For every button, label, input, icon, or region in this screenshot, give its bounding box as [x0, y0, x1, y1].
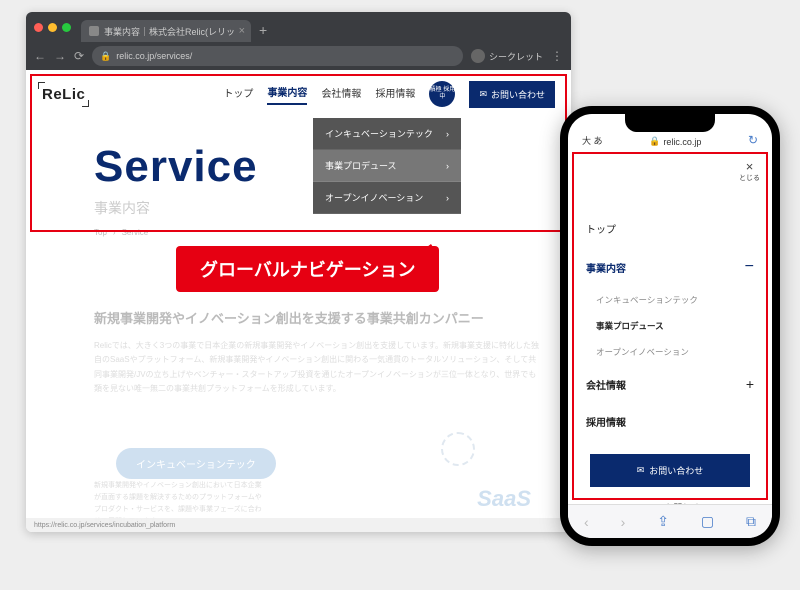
nav-services[interactable]: 事業内容	[267, 84, 307, 105]
chevron-right-icon: ›	[446, 161, 449, 171]
mobile-close-button[interactable]: × とじる	[739, 160, 760, 183]
chevron-right-icon: ›	[446, 129, 449, 139]
text-size-control[interactable]: 大 あ	[582, 134, 603, 147]
forward-icon[interactable]: ›	[621, 514, 626, 530]
contact-button[interactable]: ✉ お問い合わせ	[469, 81, 555, 108]
illustration	[421, 422, 541, 482]
url-field[interactable]: 🔒 relic.co.jp/services/	[92, 46, 463, 66]
contact-label: お問い合わせ	[491, 88, 545, 101]
browser-tab-bar: 事業内容｜株式会社Relic(レリッ × +	[26, 12, 571, 42]
dropdown-item-incubation[interactable]: インキュベーションテック›	[313, 118, 461, 150]
lock-icon: 🔒	[649, 136, 660, 147]
forward-icon[interactable]: →	[54, 49, 66, 63]
chevron-right-icon: ›	[113, 228, 116, 237]
incognito-indicator[interactable]: シークレット	[471, 49, 543, 63]
nav-top[interactable]: トップ	[223, 85, 253, 104]
annotation-callout: グローバルナビゲーション	[176, 246, 439, 292]
lock-icon: 🔒	[100, 51, 111, 62]
mobile-menu: トップ 事業内容− インキュベーションテック 事業プロデュース オープンイノベー…	[568, 150, 772, 514]
hero-title: Service	[94, 142, 258, 192]
dropdown-item-produce[interactable]: 事業プロデュース›	[313, 150, 461, 182]
intro-body: Relicでは、大きく3つの事業で日本企業の新規事業開発やイノベーション創出を支…	[94, 339, 541, 397]
mail-icon: ✉	[637, 465, 645, 476]
close-icon: ×	[739, 160, 760, 173]
breadcrumb: Top › Service	[94, 228, 148, 237]
incognito-label: シークレット	[489, 50, 543, 63]
safari-bottom-bar: ‹ › ⇪ ▢ ⧉	[568, 504, 772, 538]
page-content: ReLic トップ 事業内容 会社情報 採用情報 積極 採用中 ✉ お問い合わせ…	[26, 70, 571, 532]
mobile-nav-top[interactable]: トップ	[586, 210, 754, 247]
tabs-icon[interactable]: ⧉	[746, 513, 756, 530]
browser-tab[interactable]: 事業内容｜株式会社Relic(レリッ ×	[81, 20, 251, 42]
new-tab-button[interactable]: +	[259, 22, 267, 38]
mobile-contact-label: お問い合わせ	[649, 464, 703, 477]
site-header: ReLic トップ 事業内容 会社情報 採用情報 積極 採用中 ✉ お問い合わせ	[26, 70, 571, 118]
chevron-right-icon: ›	[446, 193, 449, 203]
nav-company[interactable]: 会社情報	[321, 85, 361, 104]
mobile-nav-services[interactable]: 事業内容−	[586, 247, 754, 287]
dropdown-item-openinnovation[interactable]: オープンイノベーション›	[313, 182, 461, 214]
mobile-screen: 大 あ 🔒relic.co.jp ↻ × とじる トップ 事業内容− インキュベ…	[568, 114, 772, 538]
incognito-icon	[471, 49, 485, 63]
intro-section: 新規事業開発やイノベーション創出を支援する事業共創カンパニー Relicでは、大…	[94, 308, 541, 397]
close-tab-icon[interactable]: ×	[239, 25, 245, 37]
bookmarks-icon[interactable]: ▢	[701, 513, 714, 530]
crumb-current: Service	[122, 228, 149, 237]
address-bar: ← → ⟳ 🔒 relic.co.jp/services/ シークレット ⋮	[26, 42, 571, 70]
recruit-badge[interactable]: 積極 採用中	[429, 81, 455, 107]
close-label: とじる	[739, 175, 760, 182]
mobile-phone: 大 あ 🔒relic.co.jp ↻ × とじる トップ 事業内容− インキュベ…	[560, 106, 780, 546]
desktop-browser: 事業内容｜株式会社Relic(レリッ × + ← → ⟳ 🔒 relic.co.…	[26, 12, 571, 532]
mobile-contact-button[interactable]: ✉ お問い合わせ	[590, 454, 750, 487]
tab-title: 事業内容｜株式会社Relic(レリッ	[104, 25, 235, 38]
status-bar: https://relic.co.jp/services/incubation_…	[26, 518, 571, 532]
back-icon[interactable]: ←	[34, 49, 46, 63]
mobile-sub-openinnovation[interactable]: オープンイノベーション	[586, 339, 754, 365]
window-controls[interactable]	[34, 23, 71, 32]
logo[interactable]: ReLic	[42, 86, 85, 103]
hero-subtitle: 事業内容	[94, 198, 150, 218]
mobile-nav-recruit[interactable]: 採用情報	[586, 403, 754, 440]
back-icon[interactable]: ‹	[584, 514, 589, 530]
favicon-icon	[89, 26, 99, 36]
menu-icon[interactable]: ⋮	[551, 49, 563, 63]
share-icon[interactable]: ⇪	[657, 513, 669, 530]
nav-dropdown: インキュベーションテック› 事業プロデュース› オープンイノベーション›	[313, 118, 461, 214]
intro-heading: 新規事業開発やイノベーション創出を支援する事業共創カンパニー	[94, 308, 541, 327]
mail-icon: ✉	[479, 89, 487, 100]
mobile-nav-company[interactable]: 会社情報+	[586, 365, 754, 403]
reload-icon[interactable]: ⟳	[74, 49, 84, 63]
nav-recruit[interactable]: 採用情報	[375, 85, 415, 104]
mobile-sub-incubation[interactable]: インキュベーションテック	[586, 287, 754, 313]
plus-icon: +	[746, 376, 754, 392]
saas-label: SaaS	[477, 486, 531, 512]
crumb-top[interactable]: Top	[94, 228, 107, 237]
phone-notch	[625, 114, 715, 132]
mobile-sub-produce[interactable]: 事業プロデュース	[586, 313, 754, 339]
url-text: relic.co.jp/services/	[116, 51, 192, 61]
minus-icon: −	[745, 258, 754, 276]
global-nav: トップ 事業内容 会社情報 採用情報 積極 採用中 ✉ お問い合わせ	[223, 81, 555, 108]
reload-icon[interactable]: ↻	[748, 133, 758, 147]
mobile-url[interactable]: 🔒relic.co.jp	[603, 136, 748, 147]
service-pill[interactable]: インキュベーションテック	[116, 448, 276, 479]
